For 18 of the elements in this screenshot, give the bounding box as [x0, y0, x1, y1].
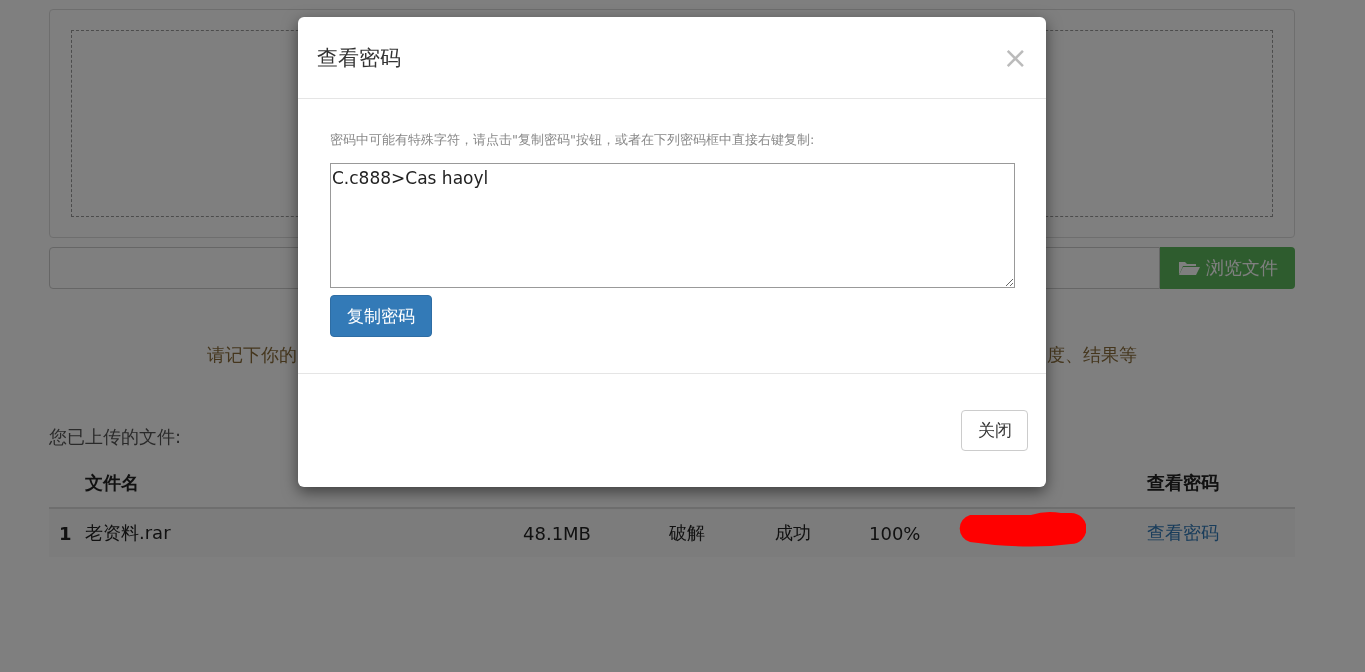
- copy-password-button[interactable]: 复制密码: [330, 295, 432, 337]
- hint-text: 密码中可能有特殊字符，请点击"复制密码"按钮，或者在下列密码框中直接右键复制:: [330, 131, 816, 149]
- table-cell-text: 100%: [868, 522, 922, 544]
- table-cell-text: 48.1MB: [522, 522, 592, 544]
- column-header: 查看密码: [1146, 471, 1220, 495]
- password-field[interactable]: C.c888>Cas haoyl: [330, 163, 1015, 288]
- table-cell-text: 成功: [774, 521, 812, 545]
- files-heading: 您已上传的文件:: [49, 425, 182, 449]
- folder-icon: [1177, 260, 1200, 276]
- close-button[interactable]: 关闭: [961, 410, 1028, 451]
- table-cell-text: 破解: [668, 521, 706, 545]
- dialog-title: 查看密码: [317, 44, 401, 72]
- row-number: 1: [58, 522, 73, 544]
- view-password-link[interactable]: 查看密码: [1147, 522, 1219, 543]
- table-cell-text: 老资料.rar: [84, 521, 172, 545]
- notice-text: 度、结果等: [1047, 343, 1137, 367]
- notice-text: 请记下你的: [207, 343, 297, 367]
- column-header: 文件名: [84, 471, 140, 495]
